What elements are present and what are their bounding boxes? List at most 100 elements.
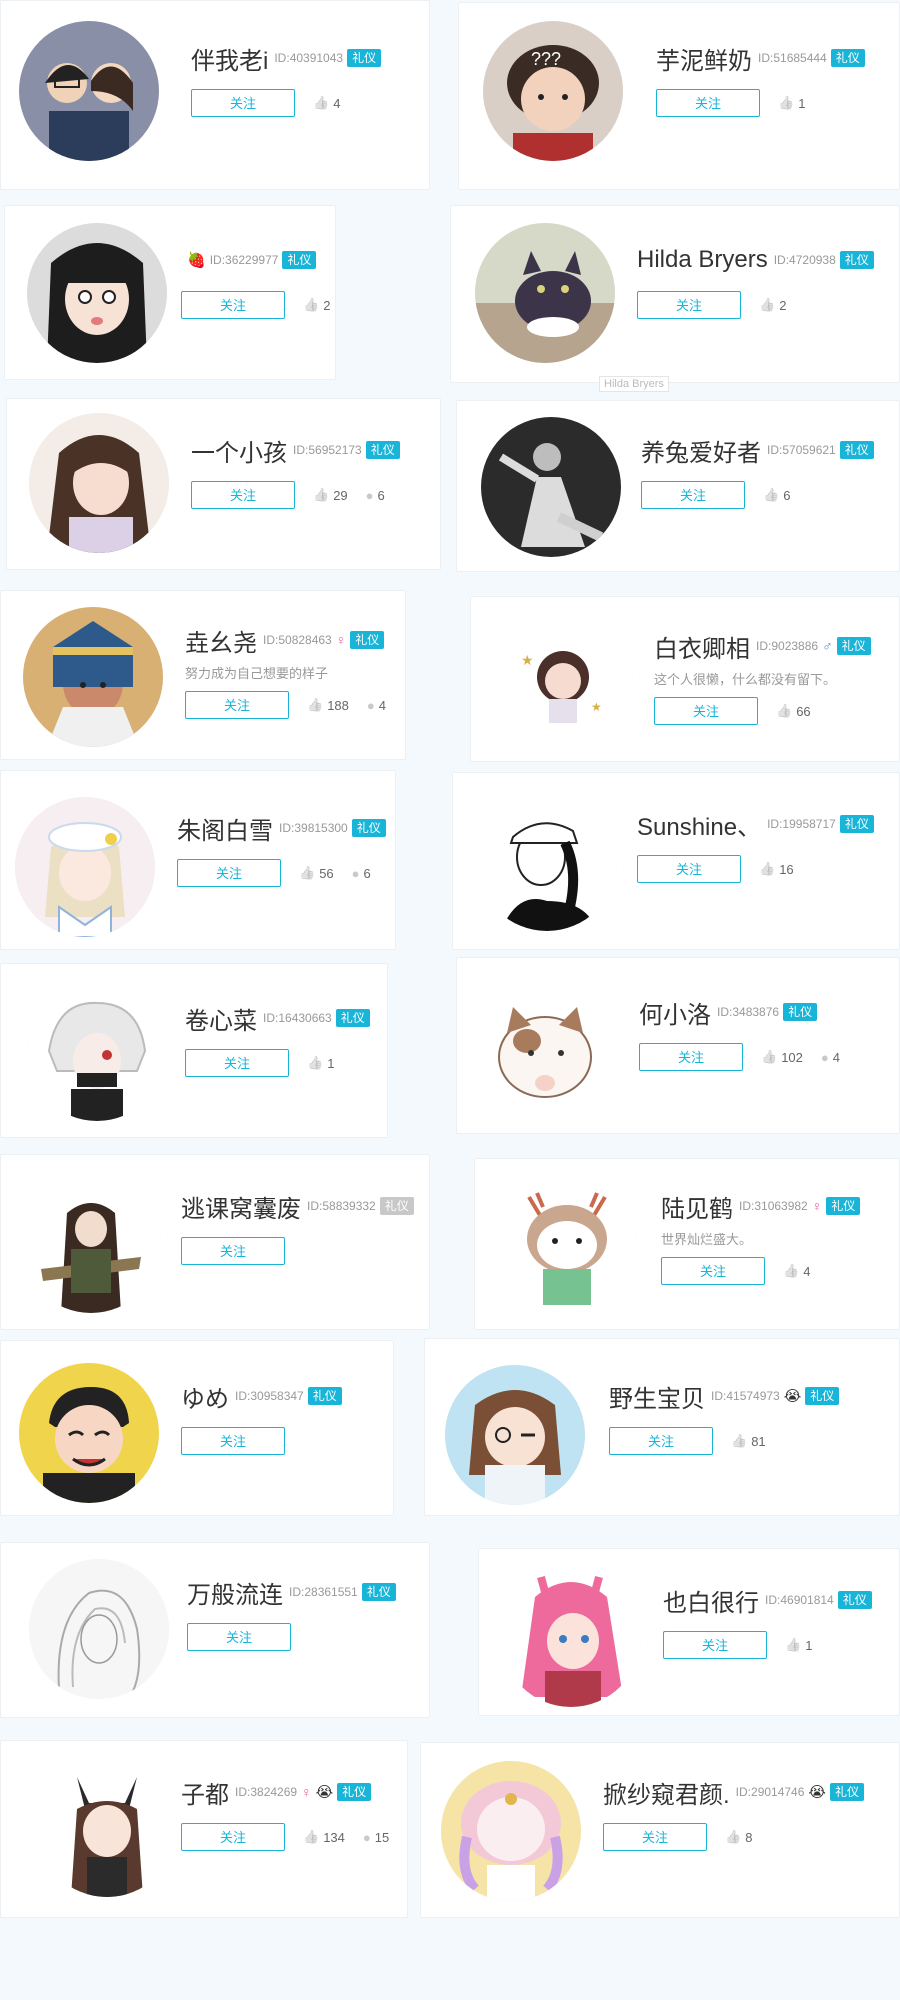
- comments-stat: ● 4: [821, 1050, 840, 1065]
- avatar[interactable]: [19, 21, 159, 161]
- likes-count: 8: [745, 1829, 753, 1845]
- user-name[interactable]: ゆめ: [181, 1379, 229, 1414]
- likes-stat: 👍 188: [307, 697, 349, 713]
- user-name[interactable]: 朱阁白雪: [177, 811, 273, 846]
- user-motto: 这个人很懒，什么都没有留下。: [654, 672, 837, 687]
- likes-stat: 👍 6: [763, 487, 790, 503]
- avatar[interactable]: [29, 1559, 169, 1699]
- etiquette-badge: 礼仪: [351, 819, 386, 837]
- user-id-prefix: ID:: [767, 817, 783, 831]
- user-name[interactable]: 垚幺尧: [185, 623, 257, 658]
- user-card-grid: 伴我老i ID: 40391043 礼仪 关注 👍 4??? 芋泥鲜奶 ID: 51685444 礼…: [0, 0, 900, 2000]
- male-icon: ♂: [822, 638, 833, 654]
- follow-button[interactable]: 关注: [181, 1823, 285, 1851]
- user-card: 🍓 ID: 36229977 礼仪 关注 👍 2: [4, 205, 336, 380]
- follow-button[interactable]: 关注: [637, 855, 741, 883]
- avatar[interactable]: [475, 223, 615, 363]
- avatar[interactable]: [23, 607, 163, 747]
- follow-button[interactable]: 关注: [187, 1623, 291, 1651]
- thumbs-up-icon: 👍: [785, 1637, 802, 1652]
- follow-button[interactable]: 关注: [609, 1427, 713, 1455]
- user-name[interactable]: 伴我老i: [191, 41, 268, 76]
- avatar[interactable]: [445, 1365, 585, 1505]
- follow-button[interactable]: 关注: [663, 1631, 767, 1659]
- follow-button[interactable]: 关注: [181, 291, 285, 319]
- user-id-prefix: ID:: [758, 51, 774, 65]
- card-actions: 关注 👍 56 ● 6: [177, 859, 477, 887]
- user-name[interactable]: Hilda Bryers: [637, 246, 768, 274]
- comment-icon: ●: [365, 487, 374, 503]
- user-card: 卷心菜 ID: 16430663 礼仪 关注 👍 1: [0, 963, 388, 1138]
- name-row: 养兔爱好者 ID: 57059621 礼仪: [641, 433, 900, 467]
- avatar[interactable]: ★ ★: [493, 613, 633, 753]
- thumbs-up-icon: 👍: [725, 1829, 742, 1844]
- user-card: ★ ★ 白衣卿相 ID: 9023886 ♂ 礼仪 这个人很懒，什么都没有留下。 关注 👍 66: [470, 596, 900, 762]
- follow-button[interactable]: 关注: [641, 481, 745, 509]
- follow-button[interactable]: 关注: [177, 859, 281, 887]
- avatar[interactable]: [477, 791, 617, 931]
- follow-button[interactable]: 关注: [181, 1237, 285, 1265]
- etiquette-badge: 礼仪: [836, 637, 871, 655]
- avatar[interactable]: ???: [483, 21, 623, 161]
- likes-stat: 👍 8: [725, 1829, 752, 1845]
- user-name[interactable]: 芋泥鲜奶: [656, 41, 752, 76]
- thumbs-up-icon: 👍: [313, 95, 330, 110]
- etiquette-badge: 礼仪: [839, 441, 874, 459]
- user-card: Hilda Bryers ID: 4720938 礼仪 关注 👍 2 Hilda Bryers: [450, 205, 900, 392]
- avatar[interactable]: [27, 981, 167, 1121]
- avatar[interactable]: [27, 223, 167, 363]
- avatar[interactable]: [19, 1363, 159, 1503]
- likes-count: 2: [779, 297, 787, 313]
- user-id-prefix: ID:: [235, 1389, 251, 1403]
- user-name[interactable]: 白衣卿相: [654, 629, 750, 664]
- avatar[interactable]: [21, 1173, 161, 1313]
- user-card: 万般流连 ID: 28361551 礼仪 关注: [0, 1542, 430, 1718]
- avatar[interactable]: [15, 797, 155, 937]
- follow-button[interactable]: 关注: [603, 1823, 707, 1851]
- avatar[interactable]: [37, 1757, 177, 1897]
- follow-button[interactable]: 关注: [654, 697, 758, 725]
- user-name[interactable]: 野生宝贝: [609, 1379, 705, 1414]
- avatar[interactable]: [481, 417, 621, 557]
- avatar[interactable]: [475, 979, 615, 1119]
- follow-button[interactable]: 关注: [637, 291, 741, 319]
- likes-count: 1: [798, 95, 806, 111]
- user-id-prefix: ID:: [735, 1785, 752, 1799]
- user-info: 何小洛 ID: 3483876 礼仪 关注 👍 102 ● 4: [639, 995, 900, 1071]
- user-name[interactable]: 一个小孩: [191, 433, 287, 468]
- user-name[interactable]: 卷心菜: [185, 1001, 257, 1036]
- user-name[interactable]: 万般流连: [187, 1575, 283, 1610]
- follow-button[interactable]: 关注: [191, 89, 295, 117]
- likes-count: 102: [781, 1049, 803, 1065]
- svg-text:★: ★: [521, 653, 534, 669]
- follow-button[interactable]: 关注: [185, 1049, 289, 1077]
- user-name[interactable]: 养兔爱好者: [641, 433, 761, 468]
- follow-button[interactable]: 关注: [191, 481, 295, 509]
- avatar[interactable]: [29, 413, 169, 553]
- user-name[interactable]: 逃课窝囊废: [181, 1189, 301, 1224]
- card-actions: 关注 👍 1: [185, 1049, 485, 1077]
- user-id-prefix: ID:: [289, 1585, 305, 1599]
- user-info: 芋泥鲜奶 ID: 51685444 礼仪 关注 👍 1: [656, 41, 900, 117]
- follow-button[interactable]: 关注: [639, 1043, 743, 1071]
- user-name[interactable]: 何小洛: [639, 995, 711, 1030]
- user-name[interactable]: 也白很行: [663, 1583, 759, 1618]
- name-row: 掀纱窥君颜. ID: 29014746 😭 礼仪: [603, 1775, 900, 1809]
- avatar[interactable]: [501, 1567, 641, 1707]
- user-name[interactable]: 子都: [181, 1775, 229, 1810]
- avatar[interactable]: [497, 1173, 637, 1313]
- follow-button[interactable]: 关注: [185, 691, 289, 719]
- name-row: 芋泥鲜奶 ID: 51685444 礼仪: [656, 41, 900, 75]
- user-name[interactable]: Sunshine、: [637, 807, 761, 842]
- user-motto: 努力成为自己想要的样子: [185, 666, 329, 681]
- follow-button[interactable]: 关注: [661, 1257, 765, 1285]
- user-id-prefix: ID:: [717, 1005, 733, 1019]
- user-id: 3824269: [250, 1785, 298, 1799]
- user-name[interactable]: 掀纱窥君颜.: [603, 1775, 730, 1810]
- avatar[interactable]: [441, 1761, 581, 1901]
- user-info: Sunshine、 ID: 19958717 礼仪 关注 👍 16: [637, 807, 900, 883]
- follow-button[interactable]: 关注: [656, 89, 760, 117]
- user-name[interactable]: 陆见鹤: [661, 1189, 733, 1224]
- follow-button[interactable]: 关注: [181, 1427, 285, 1455]
- comments-stat: ● 4: [367, 698, 386, 713]
